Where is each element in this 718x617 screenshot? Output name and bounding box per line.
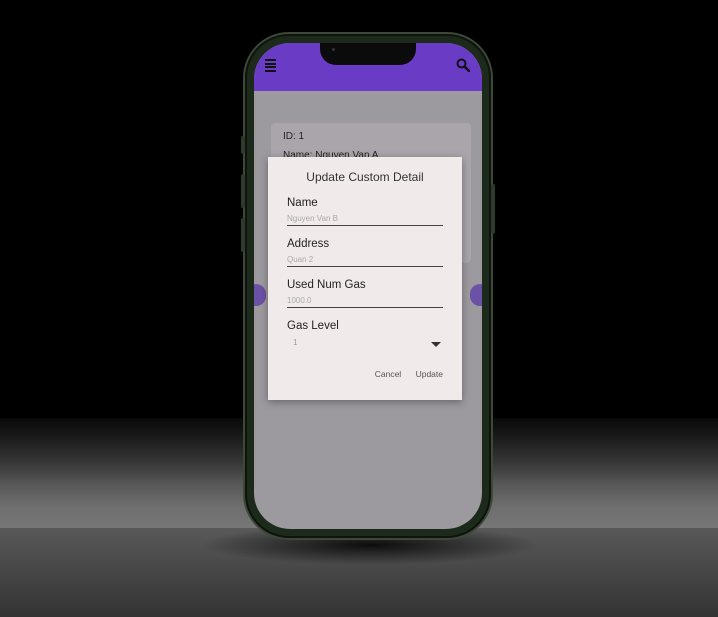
name-label: Name	[287, 197, 318, 209]
gas-level-label: Gas Level	[287, 320, 339, 332]
search-icon[interactable]	[456, 58, 470, 72]
update-button[interactable]: Update	[416, 369, 443, 379]
used-num-gas-label: Used Num Gas	[287, 279, 366, 291]
mockup-scene: ID: 1 Name: Nguyen Van A Update Custom D…	[0, 0, 718, 617]
phone-notch	[320, 43, 416, 65]
address-label: Address	[287, 238, 330, 250]
dialog-actions: Cancel Update	[363, 369, 443, 379]
used-num-gas-input[interactable]	[287, 296, 443, 308]
phone-volume-down	[241, 218, 245, 252]
phone-volume-up	[241, 174, 245, 208]
gas-level-value: 1	[293, 338, 298, 347]
camera-dot	[332, 48, 335, 51]
card-action-left[interactable]	[254, 284, 266, 306]
name-input[interactable]	[287, 214, 443, 226]
chevron-down-icon	[431, 342, 441, 347]
gas-level-select[interactable]: 1	[287, 338, 443, 354]
update-customer-dialog: Update Custom Detail Name Address Used N…	[268, 157, 462, 400]
card-action-right[interactable]	[470, 284, 482, 306]
menu-icon[interactable]	[265, 59, 276, 72]
cancel-button[interactable]: Cancel	[375, 369, 401, 379]
phone-mute-switch	[241, 136, 245, 154]
dialog-title: Update Custom Detail	[306, 170, 424, 184]
address-input[interactable]	[287, 255, 443, 267]
customer-id: ID: 1	[283, 131, 305, 142]
phone-power-button	[491, 184, 495, 234]
